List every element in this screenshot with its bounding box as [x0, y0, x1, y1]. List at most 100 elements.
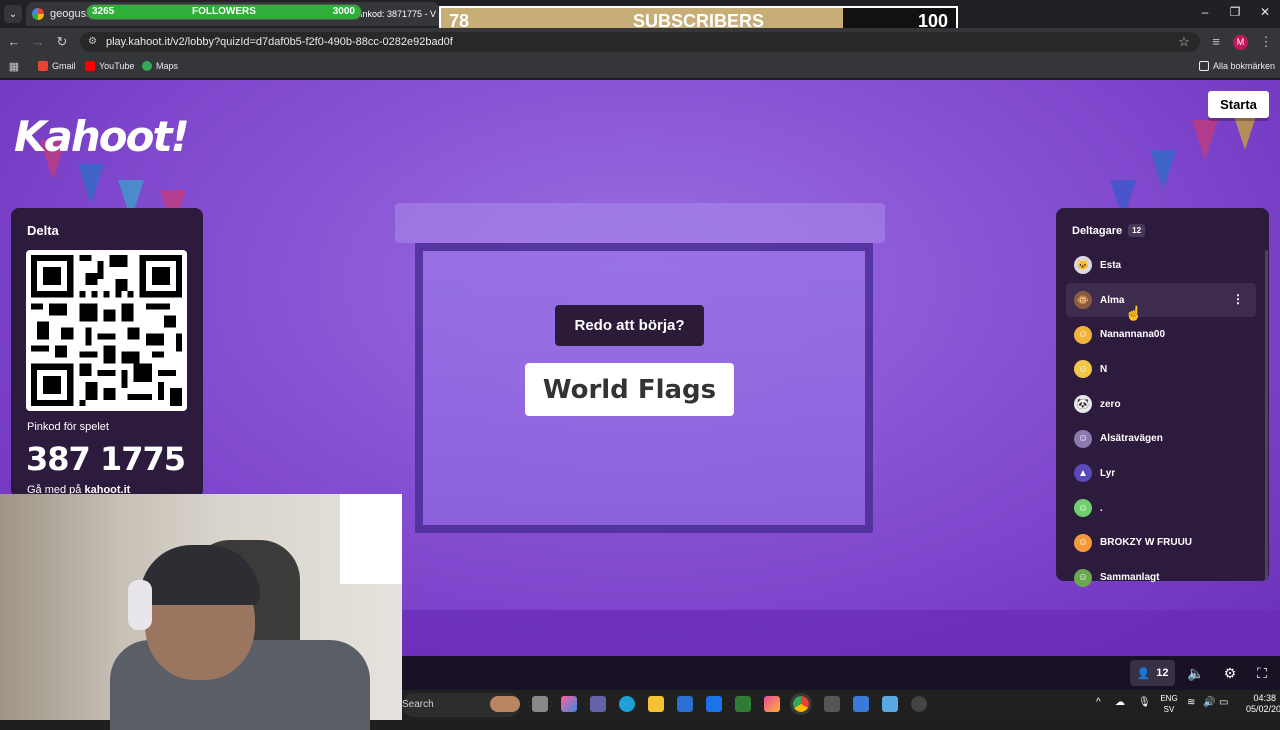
wifi-icon[interactable]: ≋: [1187, 697, 1195, 708]
reading-list-icon[interactable]: ≡: [1208, 34, 1224, 50]
followers-goal: 3000: [332, 6, 355, 17]
bookmark-gmail[interactable]: Gmail: [38, 61, 76, 71]
photos-icon[interactable]: [853, 696, 869, 712]
url-field[interactable]: play.kahoot.it/v2/lobby?quizId=d7daf0b5-…: [80, 32, 1200, 52]
m365-icon[interactable]: [764, 696, 780, 712]
monkey-avatar-icon: 🐵: [1074, 291, 1092, 310]
player-name: Alsätravägen: [1100, 433, 1163, 445]
fullscreen-icon[interactable]: ⛶: [1252, 663, 1272, 683]
bookmark-label: Maps: [156, 61, 179, 71]
pin-label: Pinkod för spelet: [27, 421, 109, 433]
onedrive-icon[interactable]: ☁: [1115, 697, 1125, 708]
speaker-icon[interactable]: 🔊: [1203, 697, 1215, 708]
player-item[interactable]: 🐱 Esta: [1066, 248, 1256, 283]
bookmark-maps[interactable]: Maps: [142, 61, 178, 71]
bookmarks-bar: [0, 56, 1280, 78]
player-name: N: [1100, 363, 1108, 375]
player-name: Alma: [1100, 294, 1125, 306]
face-avatar-icon: ☺: [1074, 499, 1092, 518]
face-avatar-icon: ☺: [1074, 568, 1092, 587]
forward-icon[interactable]: →: [30, 34, 46, 50]
language-code: ENG: [1160, 694, 1178, 703]
ready-prompt: Redo att börja?: [555, 305, 704, 346]
followers-goal-overlay: 3265 FOLLOWERS 3000: [86, 4, 362, 20]
player-count-button[interactable]: 👤 12: [1130, 660, 1175, 686]
minimize-icon[interactable]: –: [1196, 5, 1214, 23]
bookmark-youtube[interactable]: YouTube: [85, 61, 134, 71]
wizard-avatar-icon: ▲: [1074, 464, 1092, 483]
player-item[interactable]: ☺.: [1066, 491, 1256, 526]
face-avatar-icon: ☺: [1074, 533, 1092, 552]
copilot-icon[interactable]: [561, 696, 577, 712]
game-pin: 387 1775: [26, 440, 186, 478]
menu-kebab-icon[interactable]: ⋮: [1258, 34, 1274, 50]
player-item[interactable]: ☺ BROKZY W FRUUU: [1066, 526, 1256, 561]
chrome-icon[interactable]: [790, 693, 812, 715]
close-icon[interactable]: ✕: [1256, 5, 1274, 23]
person-icon: 👤: [1136, 667, 1151, 680]
bunting-flag: [1150, 150, 1176, 190]
screen-icon[interactable]: [882, 696, 898, 712]
profile-avatar[interactable]: M: [1233, 35, 1248, 50]
taskbar-clock[interactable]: 04:3805/02/2026: [1246, 693, 1280, 715]
player-options-icon[interactable]: ⋮: [1232, 292, 1244, 306]
followers-label: FOLLOWERS: [192, 6, 256, 17]
file-explorer-icon[interactable]: [648, 696, 664, 712]
player-item[interactable]: ▲ Lyr: [1066, 456, 1256, 491]
back-icon[interactable]: ←: [6, 34, 22, 50]
teams-icon[interactable]: [590, 696, 606, 712]
bookmark-label: YouTube: [99, 61, 135, 71]
quiz-title: World Flags: [525, 363, 734, 416]
clock-time: 04:38: [1253, 693, 1276, 703]
players-count-badge: 12: [1128, 224, 1146, 237]
mouse-cursor-icon: ☝: [1125, 305, 1143, 321]
player-name: zero: [1100, 398, 1121, 410]
outlook-icon[interactable]: [706, 696, 722, 712]
microphone-icon[interactable]: 🎙: [1138, 697, 1151, 708]
app-icon[interactable]: [911, 696, 927, 712]
obs-icon[interactable]: [824, 696, 840, 712]
folder-icon: [1199, 61, 1209, 71]
player-item[interactable]: ☺ Alsätravägen: [1066, 421, 1256, 456]
webcam-window-light: [340, 494, 402, 584]
player-name: Lyr: [1100, 467, 1116, 479]
join-qr-code[interactable]: [26, 250, 187, 411]
face-avatar-icon: ☺: [1074, 325, 1092, 344]
store-icon[interactable]: [677, 696, 693, 712]
player-name: Nanannana00: [1100, 329, 1166, 341]
player-item[interactable]: ☺ N: [1066, 352, 1256, 387]
all-bookmarks[interactable]: Alla bokmärken: [1199, 61, 1275, 71]
tab-search-dropdown-icon[interactable]: ⌄: [4, 5, 22, 23]
player-item[interactable]: ☺ Sammanlagt: [1066, 560, 1256, 595]
maps-icon: [142, 61, 152, 71]
player-name: Sammanlagt: [1100, 572, 1160, 584]
settings-gear-icon[interactable]: ⚙: [1220, 663, 1240, 683]
task-view-icon[interactable]: [532, 696, 548, 712]
restore-icon[interactable]: ❐: [1226, 5, 1244, 23]
bookmark-label: Gmail: [52, 61, 76, 71]
site-info-icon[interactable]: ⚙: [88, 36, 100, 48]
player-list-scrollbar[interactable]: [1265, 250, 1268, 580]
player-name: .: [1100, 502, 1103, 514]
kahoot-logo: Kahoot!: [14, 112, 190, 161]
tray-chevron-icon[interactable]: ^: [1096, 697, 1101, 708]
start-button[interactable]: Starta: [1208, 91, 1269, 118]
defender-icon[interactable]: [735, 696, 751, 712]
face-avatar-icon: ☺: [1074, 429, 1092, 448]
search-highlight-icon[interactable]: [490, 696, 520, 712]
battery-icon[interactable]: ▭: [1219, 697, 1228, 708]
player-item[interactable]: 🐼 zero: [1066, 387, 1256, 422]
volume-icon[interactable]: 🔈: [1186, 663, 1206, 683]
bookmark-star-icon[interactable]: ☆: [1176, 34, 1192, 50]
projector-housing: [395, 203, 885, 243]
gmail-icon: [38, 61, 48, 71]
player-item[interactable]: 🐵 Alma ⋮: [1066, 282, 1256, 318]
tab-pin-text: Pinkod: 3871775 - V: [354, 9, 436, 19]
chrome-favicon-icon: [32, 8, 44, 20]
youtube-icon: [85, 61, 95, 71]
language-indicator[interactable]: ENG SV: [1160, 693, 1178, 715]
player-item[interactable]: ☺ Nanannana00: [1066, 317, 1256, 352]
apps-grid-icon[interactable]: ▦: [6, 59, 22, 75]
reload-icon[interactable]: ↻: [54, 34, 70, 50]
edge-icon[interactable]: [619, 696, 635, 712]
